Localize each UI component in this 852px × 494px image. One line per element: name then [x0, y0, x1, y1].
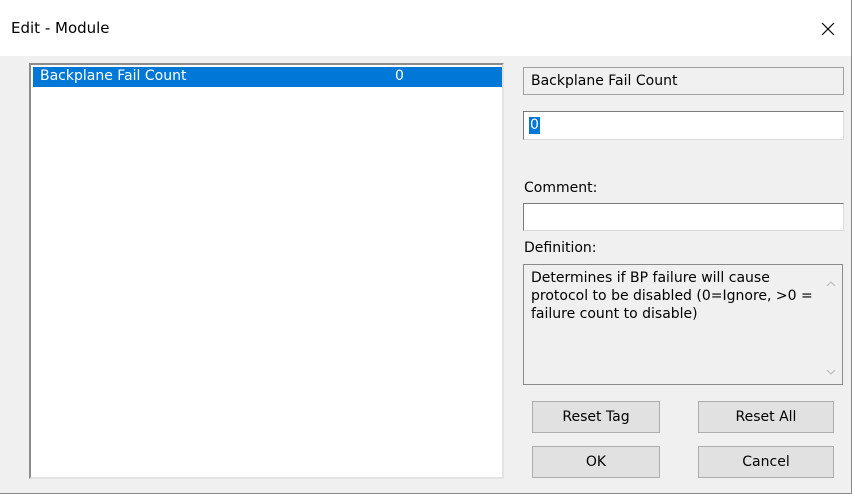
list-item-name: Backplane Fail Count: [40, 68, 187, 84]
definition-label: Definition:: [524, 240, 597, 256]
comment-label: Comment:: [524, 180, 598, 196]
definition-text: Determines if BP failure will cause prot…: [531, 270, 813, 322]
ok-button[interactable]: OK: [532, 446, 660, 478]
tag-name-display: Backplane Fail Count: [523, 67, 844, 95]
reset-tag-button[interactable]: Reset Tag: [532, 401, 660, 433]
list-item-backplane-fail-count[interactable]: Backplane Fail Count 0: [33, 67, 502, 87]
close-icon: [821, 22, 835, 36]
value-input-text: 0: [529, 117, 540, 134]
edit-module-dialog: Edit - Module Backplane Fail Count 0 Bac…: [0, 0, 852, 494]
parameter-list[interactable]: Backplane Fail Count 0: [29, 63, 504, 479]
close-button[interactable]: [805, 12, 851, 46]
scroll-up-arrow-icon[interactable]: [824, 277, 838, 291]
list-item-value: 0: [395, 68, 404, 84]
reset-all-button[interactable]: Reset All: [698, 401, 834, 433]
window-title: Edit - Module: [11, 19, 110, 37]
scroll-down-arrow-icon[interactable]: [824, 365, 838, 379]
value-input[interactable]: 0: [523, 111, 844, 140]
definition-box[interactable]: Determines if BP failure will cause prot…: [523, 264, 843, 385]
comment-input[interactable]: [523, 203, 844, 231]
title-bar: Edit - Module: [0, 0, 851, 56]
cancel-button[interactable]: Cancel: [698, 446, 834, 478]
